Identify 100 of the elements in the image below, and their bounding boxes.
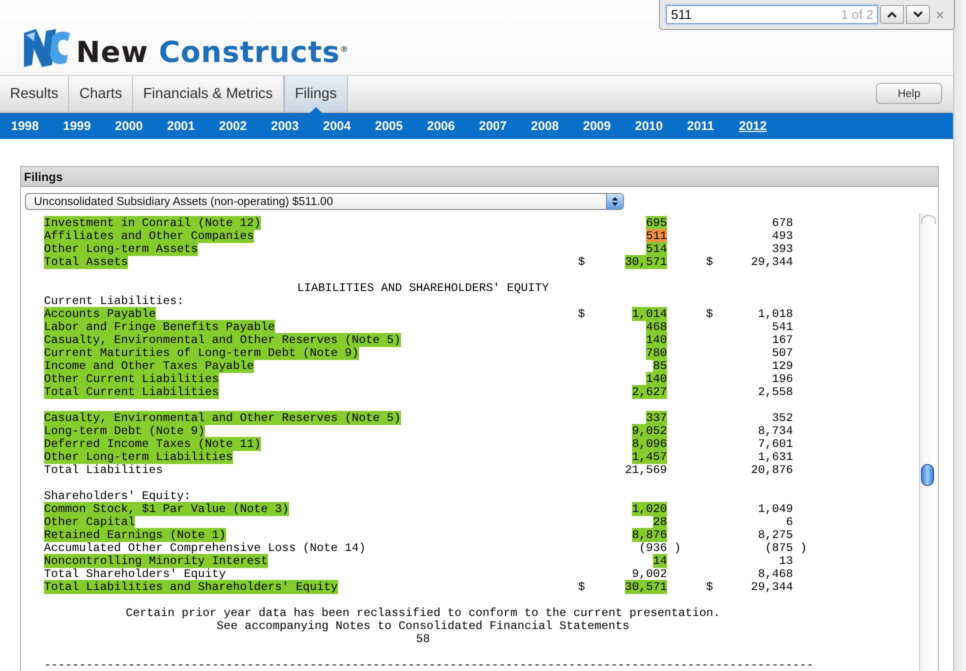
dollar-sign: $ [706,255,713,269]
line-item-label: Accounts Payable [44,307,156,321]
amount: 337 [646,411,667,425]
dollar-sign: $ [578,580,585,594]
amount: 140 [646,333,667,347]
amount: 28 [653,515,667,529]
amount: (936 ) [639,541,681,555]
page-scrollbar[interactable] [954,0,966,671]
amount: 167 [772,333,793,347]
line-item-label: Deferred Income Taxes (Note 11) [44,437,261,451]
find-field[interactable]: 511 1 of 2 [666,5,878,24]
amount: 1,014 [632,307,667,321]
amount: 8,096 [632,437,667,451]
document-text: LIABILITIES AND SHAREHOLDERS' EQUITY [296,282,550,295]
amount: 1,018 [758,307,793,321]
amount: (875 ) [765,541,807,555]
amount: 85 [653,359,667,373]
year-link[interactable]: 1999 [63,119,115,133]
amount: 7,601 [758,437,793,451]
amount: 493 [772,229,793,243]
amount: 352 [772,411,793,425]
amount: 140 [646,372,667,386]
year-link[interactable]: 2007 [479,119,531,133]
line-item-label: Other Capital [44,515,135,529]
line-item-label: Current Maturities of Long-term Debt (Note 9) [44,346,359,360]
year-link[interactable]: 2008 [531,119,583,133]
line-item-label: Long-term Debt (Note 9) [44,424,205,438]
year-link[interactable]: 2002 [219,119,271,133]
line-item-label: Total Liabilities and Shareholders' Equity [44,580,338,594]
amount: 1,457 [632,450,667,464]
previous-match-button[interactable] [880,5,904,24]
amount: 6 [786,515,793,529]
line-item-label: Noncontrolling Minority Interest [44,554,268,568]
line-item-label: Common Stock, $1 Par Value (Note 3) [44,502,289,516]
amount: 29,344 [751,580,793,594]
line-item-label: Casualty, Environmental and Other Reserves (Note 5) [44,411,401,425]
amount: 507 [772,346,793,360]
amount: 8,876 [632,528,667,542]
year-link[interactable]: 2009 [583,119,635,133]
dollar-sign: $ [706,307,713,321]
amount: 29,344 [751,255,793,269]
amount: 393 [772,242,793,256]
close-icon [936,10,944,18]
year-link[interactable]: 2010 [635,119,687,133]
amount: 8,275 [758,528,793,542]
year-link[interactable]: 2006 [427,119,479,133]
brand-name: New Constructs$^{®}$ [76,35,349,69]
dropdown-arrows-icon [612,197,618,206]
line-item-label: Total Assets [44,255,128,269]
dollar-sign: $ [578,255,585,269]
line-item-label: Other Long-term Liabilities [44,450,233,464]
amount: 13 [779,554,793,568]
next-match-button[interactable] [906,5,930,24]
amount: 9,002 [632,567,667,581]
amount: 196 [772,372,793,386]
amount: 129 [772,359,793,373]
amount: 14 [653,554,667,568]
amount: 468 [646,320,667,334]
year-link[interactable]: 2004 [323,119,375,133]
logo-icon [22,27,72,69]
year-link[interactable]: 2001 [167,119,219,133]
amount: 2,627 [632,385,667,399]
amount: 1,049 [758,502,793,516]
line-item-dropdown[interactable]: Unconsolidated Subsidiary Assets (non-operating) $511.00 [25,193,624,210]
line-item-label: Other Current Liabilities [44,372,219,386]
line-item-label: Income and Other Taxes Payable [44,359,254,373]
nav-tab[interactable]: Results [0,76,70,112]
panel-title: Filings [24,170,63,184]
year-link[interactable]: 2011 [687,119,739,133]
line-item-label: Accumulated Other Comprehensive Loss (Note 14) [44,541,366,555]
line-item-label: Labor and Fringe Benefits Payable [44,320,275,334]
nav-tab[interactable]: Charts [69,76,134,112]
year-link[interactable]: 2003 [271,119,323,133]
amount: 21,569 [625,463,667,477]
document-text: See accompanying Notes to Consolidated Financial Statements [216,620,630,633]
dollar-sign: $ [578,307,585,321]
dollar-sign: $ [706,580,713,594]
line-item-label: Investment in Conrail (Note 12) [44,216,261,230]
document-text: 58 [415,633,431,646]
amount: 8,734 [758,424,793,438]
line-item-label: Total Current Liabilities [44,385,219,399]
amount: 541 [772,320,793,334]
dashed-rule-text: -------------------------------------------------------------------------------------------------------------- [44,658,814,671]
amount: 780 [646,346,667,360]
chevron-down-icon [913,11,924,18]
line-item-label: Shareholders' Equity: [44,489,191,503]
year-link[interactable]: 2005 [375,119,427,133]
year-link[interactable]: 2000 [115,119,167,133]
amount: 1,631 [758,450,793,464]
amount: 678 [772,216,793,230]
help-button[interactable]: Help [876,83,942,104]
scrollbar[interactable] [919,213,936,671]
line-item-label: Casualty, Environmental and Other Reserves (Note 5) [44,333,401,347]
nav-tab[interactable]: Filings [284,76,348,112]
amount: 1,020 [632,502,667,516]
line-item-label: Total Liabilities [44,463,163,477]
year-link[interactable]: 1998 [11,119,63,133]
amount: 2,558 [758,385,793,399]
amount: 511 [646,229,667,243]
year-link[interactable]: 2012 [739,119,791,133]
